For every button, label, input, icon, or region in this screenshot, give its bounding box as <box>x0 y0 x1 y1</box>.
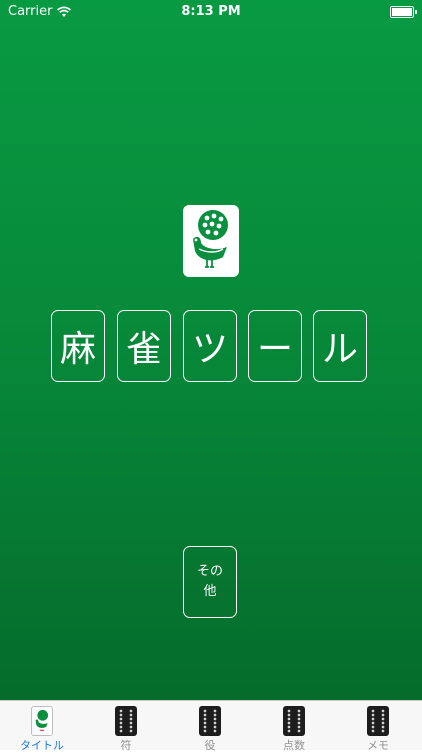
tile-icon <box>283 706 305 736</box>
battery-icon <box>390 6 417 18</box>
other-button-line-1: その <box>196 564 223 579</box>
tab-label: 役 <box>204 739 216 752</box>
other-button-line-2: 他 <box>203 584 217 599</box>
tab-title[interactable]: タイトル <box>0 701 84 752</box>
title-tile-4: ー <box>248 310 302 382</box>
title-tile-3: ツ <box>183 310 237 382</box>
peacock-tile-icon <box>183 205 239 277</box>
tab-score[interactable]: 点数 <box>252 701 336 752</box>
tile-icon <box>115 706 137 736</box>
status-time: 8:13 PM <box>181 4 241 19</box>
tab-fu[interactable]: 符 <box>84 701 168 752</box>
other-button[interactable]: その 他 <box>183 546 237 618</box>
tile-icon <box>199 706 221 736</box>
status-bar: Carrier 8:13 PM <box>0 0 422 24</box>
tab-label: 符 <box>120 739 132 752</box>
tab-label: 点数 <box>283 739 305 752</box>
title-tile-1: 麻 <box>51 310 105 382</box>
tile-icon <box>367 706 389 736</box>
tab-bar: タイトル 符 役 点数 メモ <box>0 700 422 752</box>
peacock-tile-icon <box>31 706 53 736</box>
title-tile-2: 雀 <box>117 310 171 382</box>
title-tile-5: ル <box>313 310 367 382</box>
tab-label: メモ <box>367 739 389 752</box>
tab-memo[interactable]: メモ <box>336 701 420 752</box>
tab-label: タイトル <box>20 739 64 752</box>
tab-yaku[interactable]: 役 <box>168 701 252 752</box>
main-screen: Carrier 8:13 PM 麻 雀 ツ ー ル その 他 <box>0 0 422 700</box>
